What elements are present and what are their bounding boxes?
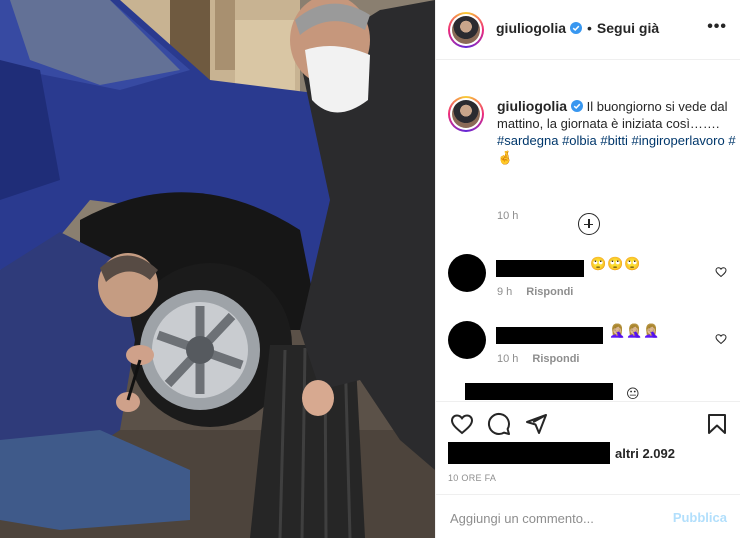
hashtag-link[interactable]: #sardegna [497, 133, 558, 148]
heart-icon[interactable] [715, 266, 727, 278]
redacted-comment [496, 327, 603, 344]
commenter-avatar[interactable] [448, 254, 486, 292]
post-sidebar: giuliogolia • Segui già ••• giuliogolia Il… [435, 0, 740, 538]
comment-meta: 9 h Rispondi [497, 286, 573, 298]
post-timestamp: 10 ORE FA [448, 473, 497, 483]
heart-icon[interactable] [450, 412, 474, 436]
comment-item: 🙄🙄🙄 9 h Rispondi [448, 254, 733, 304]
redacted-comment [465, 383, 613, 400]
hashtag-link[interactable]: #olbia [562, 133, 597, 148]
caption-username[interactable]: giuliogolia [497, 98, 567, 114]
post-photo [0, 0, 435, 538]
comment-time: 9 h [497, 286, 513, 298]
action-bar: altri 2.092 10 ORE FA Pubblica [436, 401, 740, 538]
verified-icon [570, 22, 582, 34]
likes-count[interactable]: altri 2.092 [615, 446, 675, 461]
author-avatar[interactable] [448, 12, 484, 48]
add-comment-bar: Pubblica [436, 494, 740, 538]
comment-time: 10 h [497, 353, 519, 365]
caption-fragment: 🤞 [497, 150, 514, 165]
load-more-icon[interactable] [578, 213, 600, 235]
comment-emoji: 😐 [626, 386, 641, 401]
commenter-avatar[interactable] [448, 321, 486, 359]
post-header: giuliogolia • Segui già ••• [436, 0, 740, 60]
comment-emoji: 🙄🙄🙄 [590, 256, 642, 271]
heart-icon[interactable] [715, 333, 727, 345]
comment-emoji: 🤦🏼‍♀️🤦🏼‍♀️🤦🏼‍♀️ [609, 323, 661, 338]
share-icon[interactable] [524, 412, 548, 436]
comment-icon[interactable] [487, 412, 511, 436]
comment-input[interactable] [450, 508, 650, 528]
comment-meta: 10 h Rispondi [497, 353, 579, 365]
comments-area[interactable]: giuliogolia Il buongiorno si vede dal ma… [436, 61, 740, 401]
comment-item: 🤦🏼‍♀️🤦🏼‍♀️🤦🏼‍♀️ 10 h Rispondi [448, 321, 733, 371]
caption-text: giuliogolia Il buongiorno si vede dal ma… [497, 98, 737, 166]
photo-illustration [0, 0, 435, 538]
hashtag-link[interactable]: #ingiroperlavoro [632, 133, 725, 148]
hashtag-link[interactable]: #bitti [600, 133, 627, 148]
hashtag-link[interactable]: # [728, 133, 735, 148]
bookmark-icon[interactable] [705, 412, 729, 436]
reply-button[interactable]: Rispondi [526, 286, 573, 298]
follow-status-button[interactable]: Segui già [597, 20, 659, 36]
redacted-comment [496, 260, 584, 277]
comment-item: 😐 [448, 381, 733, 401]
publish-button[interactable]: Pubblica [673, 510, 727, 525]
caption-time: 10 h [497, 210, 519, 222]
verified-icon [571, 100, 583, 112]
separator-dot: • [587, 20, 592, 36]
redacted-likers [448, 442, 610, 464]
more-icon[interactable]: ••• [707, 18, 727, 36]
author-line: giuliogolia • Segui già [496, 20, 659, 36]
caption-avatar[interactable] [448, 96, 484, 132]
reply-button[interactable]: Rispondi [532, 353, 579, 365]
author-username[interactable]: giuliogolia [496, 20, 566, 36]
